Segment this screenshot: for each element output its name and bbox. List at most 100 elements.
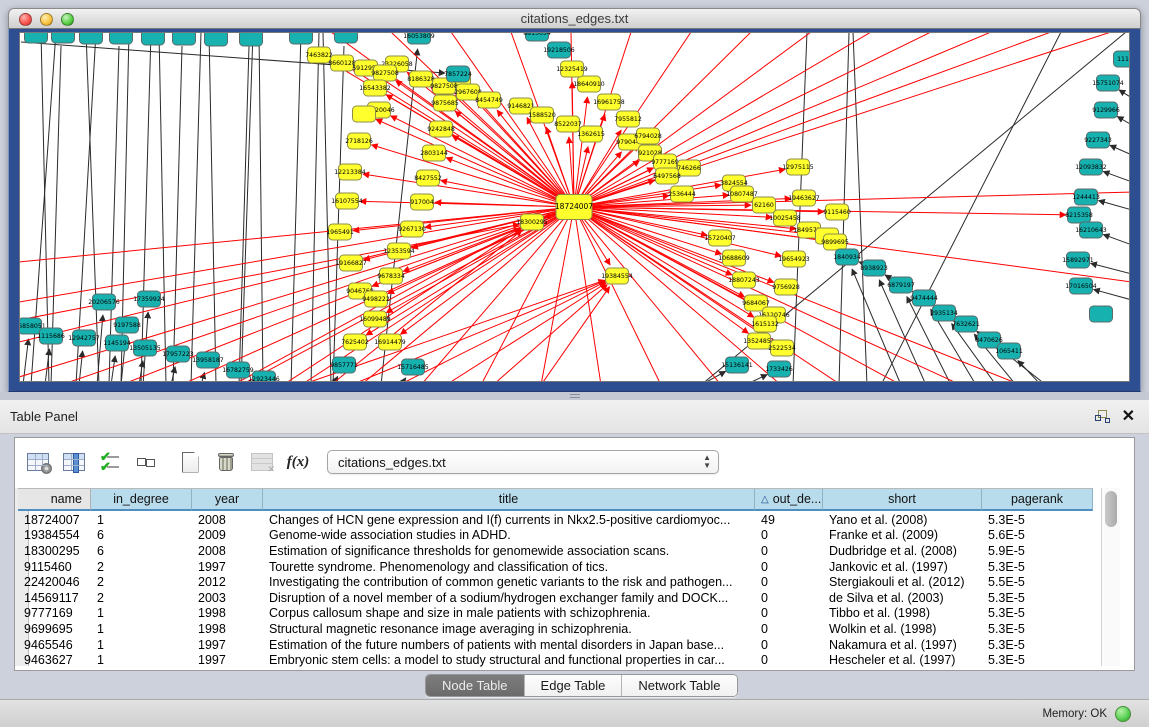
network-canvas[interactable]: 7463822866012859129542322605898275088186… <box>19 32 1130 382</box>
node-label: 15720407 <box>704 235 736 242</box>
network-window: citations_edges.txt 74638228660128591295… <box>8 8 1141 392</box>
cell-short: Jankovic et al. (1997) <box>823 560 982 574</box>
cell-in_degree: 1 <box>91 513 192 527</box>
column-header-title[interactable]: title <box>263 489 755 511</box>
network-node[interactable] <box>110 33 133 44</box>
cell-year: 2008 <box>192 544 263 558</box>
tab-edge-table[interactable]: Edge Table <box>525 675 623 696</box>
cell-in_degree: 1 <box>91 653 192 667</box>
node-label: 8454749 <box>475 97 503 104</box>
table-row[interactable]: 946362711997Embryonic stem cells: a mode… <box>18 652 1093 668</box>
node-label: 9899695 <box>821 239 849 246</box>
node-label: 1615132 <box>751 321 779 328</box>
cell-out_degree: 0 <box>755 544 823 558</box>
table-selector-dropdown[interactable]: citations_edges.txt ▲▼ <box>327 450 719 474</box>
node-label: 12213384 <box>334 169 366 176</box>
cell-in_degree: 1 <box>91 622 192 636</box>
network-window-title: citations_edges.txt <box>521 11 629 26</box>
tab-node-table[interactable]: Node Table <box>426 675 525 696</box>
close-window-button[interactable] <box>19 13 32 26</box>
zoom-window-button[interactable] <box>61 13 74 26</box>
node-label: 18724007 <box>555 202 593 211</box>
panel-splitter[interactable] <box>0 392 1149 400</box>
node-label: 19384554 <box>601 273 633 280</box>
table-row[interactable]: 946554611997Estimation of the future num… <box>18 637 1093 653</box>
node-label: 8522037 <box>554 121 582 128</box>
column-header-year[interactable]: year <box>192 489 263 511</box>
cell-in_degree: 2 <box>91 575 192 589</box>
float-panel-icon[interactable] <box>1095 410 1110 424</box>
minimize-window-button[interactable] <box>40 13 53 26</box>
network-node[interactable] <box>142 33 165 45</box>
function-builder-icon[interactable]: f(x) <box>285 449 311 475</box>
network-node[interactable] <box>80 33 103 44</box>
network-node[interactable] <box>1090 306 1113 322</box>
select-all-check-icon[interactable]: ✔✔ <box>97 449 123 475</box>
node-label: 9498222 <box>362 296 390 303</box>
memory-status-icon[interactable] <box>1115 706 1131 722</box>
column-header-out_degree[interactable]: △out_de... <box>755 489 823 511</box>
node-label: 1362615 <box>577 131 605 138</box>
cell-year: 2003 <box>192 591 263 605</box>
cell-name: 22420046 <box>18 575 91 589</box>
cell-out_degree: 0 <box>755 575 823 589</box>
column-header-name[interactable]: name <box>18 489 91 511</box>
node-label: 8215358 <box>1065 212 1093 219</box>
node-label: 9684067 <box>742 300 770 307</box>
cell-short: Dudbridge et al. (2008) <box>823 544 982 558</box>
trash-icon[interactable] <box>213 449 239 475</box>
node-label: 6879197 <box>887 282 915 289</box>
node-label: 12975115 <box>782 164 814 171</box>
node-label: 2536444 <box>668 191 696 198</box>
new-table-icon[interactable] <box>177 449 203 475</box>
scrollbar-thumb[interactable] <box>1105 491 1117 527</box>
cell-short: Franke et al. (2009) <box>823 528 982 542</box>
cell-in_degree: 2 <box>91 591 192 605</box>
node-label: 917004 <box>410 199 434 206</box>
table-row[interactable]: 969969511998Structural magnetic resonanc… <box>18 621 1093 637</box>
cell-title: Estimation of the future numbers of pati… <box>263 638 755 652</box>
table-row[interactable]: 2242004622012Investigating the contribut… <box>18 574 1093 590</box>
node-label: 16543382 <box>359 85 391 92</box>
node-label: 17359924 <box>133 296 165 303</box>
network-node[interactable] <box>173 33 196 45</box>
network-node[interactable] <box>353 106 376 122</box>
column-header-pagerank[interactable]: pagerank <box>982 489 1093 511</box>
table-row[interactable]: 1872400712008Changes of HCN gene express… <box>18 512 1093 528</box>
network-node[interactable] <box>290 33 313 44</box>
node-label: 8813054 <box>523 33 551 37</box>
node-label: 10688609 <box>718 255 750 262</box>
cell-name: 9777169 <box>18 606 91 620</box>
table-row[interactable]: 1938455462009Genome-wide association stu… <box>18 528 1093 544</box>
cell-in_degree: 1 <box>91 638 192 652</box>
cell-title: Disruption of a novel member of a sodium… <box>263 591 755 605</box>
table-panel-header: Table Panel ✕ <box>0 400 1149 434</box>
table-row[interactable]: 1830029562008Estimation of significance … <box>18 543 1093 559</box>
table-row[interactable]: 1456911722003Disruption of a novel membe… <box>18 590 1093 606</box>
column-header-short[interactable]: short <box>823 489 982 511</box>
status-bar: Memory: OK <box>0 699 1149 727</box>
network-node[interactable] <box>335 33 358 43</box>
node-label: 1244413 <box>1072 194 1100 201</box>
network-node[interactable] <box>52 33 75 43</box>
node-label: 2718126 <box>345 138 373 145</box>
tab-network-table[interactable]: Network Table <box>622 675 736 696</box>
close-panel-icon[interactable]: ✕ <box>1122 410 1135 424</box>
node-label: 16099489 <box>359 316 391 323</box>
node-label: 7463822 <box>305 52 333 59</box>
table-settings-icon[interactable] <box>25 449 51 475</box>
network-graph[interactable]: 7463822866012859129542322605898275088186… <box>20 33 1130 382</box>
network-node[interactable] <box>205 33 228 46</box>
network-node[interactable] <box>25 33 48 43</box>
show-columns-icon[interactable] <box>61 449 87 475</box>
table-row[interactable]: 977716911998Corpus callosum shape and si… <box>18 606 1093 622</box>
column-header-in_degree[interactable]: in_degree <box>91 489 192 511</box>
network-node[interactable] <box>240 33 263 46</box>
network-window-titlebar[interactable]: citations_edges.txt <box>8 8 1141 29</box>
node-label: 1588520 <box>528 112 556 119</box>
cell-in_degree: 2 <box>91 560 192 574</box>
vertical-scrollbar[interactable] <box>1101 488 1120 666</box>
table-row[interactable]: 911546021997Tourette syndrome. Phenomeno… <box>18 559 1093 575</box>
row-stack-icon[interactable] <box>133 449 159 475</box>
node-label: 2935134 <box>930 310 958 317</box>
